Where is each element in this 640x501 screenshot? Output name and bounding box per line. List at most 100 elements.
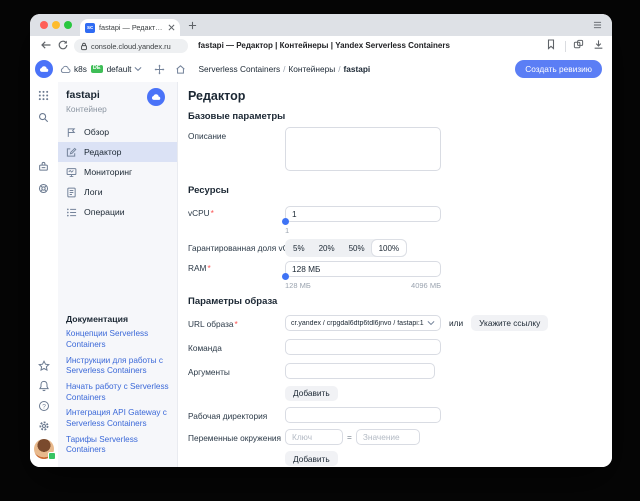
ram-slider-handle[interactable]: [282, 273, 289, 280]
command-input[interactable]: [285, 339, 441, 355]
sidebar-item-label: Редактор: [84, 147, 122, 157]
container-name: fastapi: [66, 89, 100, 101]
env-value-input[interactable]: [355, 428, 420, 445]
cloud-switcher[interactable]: k8s DE default: [60, 64, 142, 74]
specify-link-button[interactable]: Укажите ссылку: [471, 315, 549, 331]
sidebar-item-editor[interactable]: Редактор: [58, 142, 177, 162]
browser-tab[interactable]: sc fastapi — Редактор | К: [80, 19, 180, 36]
image-url-select[interactable]: cr.yandex / crpgdal6dtp6tdl6jnvo / fasta…: [285, 315, 441, 331]
search-icon[interactable]: [38, 112, 49, 123]
support-lifebuoy-icon[interactable]: [38, 183, 49, 194]
vcpu-share-segmented-control: 5% 20% 50% 100%: [285, 239, 408, 257]
doc-link-concepts[interactable]: Концепции Serverless Containers: [66, 329, 171, 350]
url-field[interactable]: console.cloud.yandex.ru: [74, 39, 188, 53]
close-window-button[interactable]: [40, 21, 48, 29]
add-env-button[interactable]: Добавить: [285, 451, 338, 466]
services-switcher-icon[interactable]: [154, 64, 165, 75]
toolbar-divider: [565, 41, 566, 52]
args-label: Аргументы: [188, 367, 230, 377]
user-avatar[interactable]: [34, 439, 56, 460]
vcpu-share-option-100[interactable]: 100%: [371, 240, 407, 256]
zoom-window-button[interactable]: [64, 21, 72, 29]
ram-min-label: 128 МБ: [285, 281, 311, 290]
sidebar-item-label: Обзор: [84, 127, 110, 137]
vcpu-min-label: 1: [285, 226, 290, 235]
image-url-value: cr.yandex / crpgdal6dtp6tdl6jnvo / fasta…: [291, 319, 424, 327]
download-icon[interactable]: [593, 39, 604, 50]
doc-link-instructions[interactable]: Инструкции для работы с Serverless Conta…: [66, 356, 171, 377]
cloud-name: k8s: [74, 64, 87, 74]
vcpu-share-option-50[interactable]: 50%: [342, 240, 372, 256]
monitoring-icon: [66, 167, 77, 178]
sidebar-menu: Обзор Редактор Мониторинг Логи Операции: [58, 122, 177, 222]
avatar-status-badge: [48, 452, 56, 460]
page-title: Редактор: [188, 89, 246, 103]
breadcrumb-fastapi: fastapi: [343, 64, 371, 74]
tab-strip: sc fastapi — Редактор | К: [30, 14, 612, 36]
image-params-header: Параметры образа: [188, 296, 278, 307]
svg-text:?: ?: [42, 403, 46, 410]
create-revision-button[interactable]: Создать ревизию: [515, 60, 602, 78]
vcpu-label: vCPU*: [188, 208, 214, 218]
vcpu-input[interactable]: [285, 206, 441, 222]
vcpu-share-option-5[interactable]: 5%: [286, 240, 312, 256]
favorites-star-icon[interactable]: [38, 360, 50, 372]
tab-title: fastapi — Редактор | К: [99, 23, 166, 32]
sidebar-item-logs[interactable]: Логи: [58, 182, 177, 202]
workdir-input[interactable]: [285, 406, 441, 423]
ram-input[interactable]: [285, 261, 441, 277]
tab-favicon: sc: [85, 22, 95, 33]
doc-link-api-gateway[interactable]: Интеграция API Gateway с Serverless Cont…: [66, 408, 171, 429]
sidebar-item-monitoring[interactable]: Мониторинг: [58, 162, 177, 182]
settings-gear-icon[interactable]: [38, 420, 50, 432]
vcpu-slider-handle[interactable]: [282, 218, 289, 225]
sidebar-item-label: Мониторинг: [84, 167, 133, 177]
add-args-button[interactable]: Добавить: [285, 385, 338, 401]
yandex-cloud-logo[interactable]: [35, 60, 53, 78]
breadcrumb-containers[interactable]: Контейнеры: [288, 64, 335, 74]
cloud-icon: [60, 65, 71, 74]
edit-icon: [66, 147, 77, 158]
home-icon[interactable]: [175, 64, 186, 75]
bookmark-icon[interactable]: [546, 39, 556, 50]
description-textarea[interactable]: [285, 127, 441, 171]
minimize-window-button[interactable]: [52, 21, 60, 29]
help-icon[interactable]: ?: [38, 400, 50, 412]
or-text: или: [449, 318, 464, 328]
doc-link-get-started[interactable]: Начать работу с Serverless Containers: [66, 382, 171, 403]
folder-name: default: [106, 64, 132, 74]
notifications-bell-icon[interactable]: [38, 380, 50, 392]
ram-label: RAM*: [188, 263, 211, 273]
env-label: Переменные окружения: [188, 432, 282, 443]
lock-icon: [80, 42, 88, 51]
breadcrumb-serverless-containers[interactable]: Serverless Containers: [198, 64, 280, 74]
breadcrumb: Serverless Containers / Контейнеры / fastapi: [198, 64, 371, 74]
doc-link-pricing[interactable]: Тарифы Serverless Containers: [66, 435, 171, 456]
documentation-block: Документация Концепции Serverless Contai…: [66, 314, 171, 461]
folder-badge: DE: [90, 65, 103, 73]
env-equals-sign: =: [347, 431, 352, 442]
chevron-down-icon: [134, 66, 142, 72]
env-key-input[interactable]: [285, 428, 343, 445]
url-text: console.cloud.yandex.ru: [91, 41, 171, 51]
service-rail: ?: [30, 82, 58, 467]
tab-close-icon[interactable]: [168, 24, 175, 31]
sidebar-item-overview[interactable]: Обзор: [58, 122, 177, 142]
operations-list-icon: [66, 207, 77, 218]
reload-icon[interactable]: [57, 39, 69, 51]
vcpu-share-option-20[interactable]: 20%: [312, 240, 342, 256]
extensions-icon[interactable]: [573, 39, 584, 50]
sidebar-item-operations[interactable]: Операции: [58, 202, 177, 222]
vcpu-share-label: Гарантированная доля vCPU*: [188, 243, 304, 253]
logs-icon: [66, 187, 77, 198]
image-url-label: URL образа*: [188, 319, 238, 329]
billing-icon[interactable]: [38, 161, 49, 172]
args-input[interactable]: [285, 363, 435, 379]
container-sidebar: fastapi Контейнер Обзор Редактор Монитор…: [58, 82, 178, 467]
container-type-label: Контейнер: [66, 104, 107, 114]
address-bar: console.cloud.yandex.ru fastapi — Редакт…: [30, 36, 612, 57]
catalog-grid-icon[interactable]: [38, 90, 49, 101]
new-tab-icon[interactable]: [188, 21, 197, 30]
browser-menu-icon[interactable]: [593, 21, 602, 29]
back-icon[interactable]: [40, 39, 52, 51]
